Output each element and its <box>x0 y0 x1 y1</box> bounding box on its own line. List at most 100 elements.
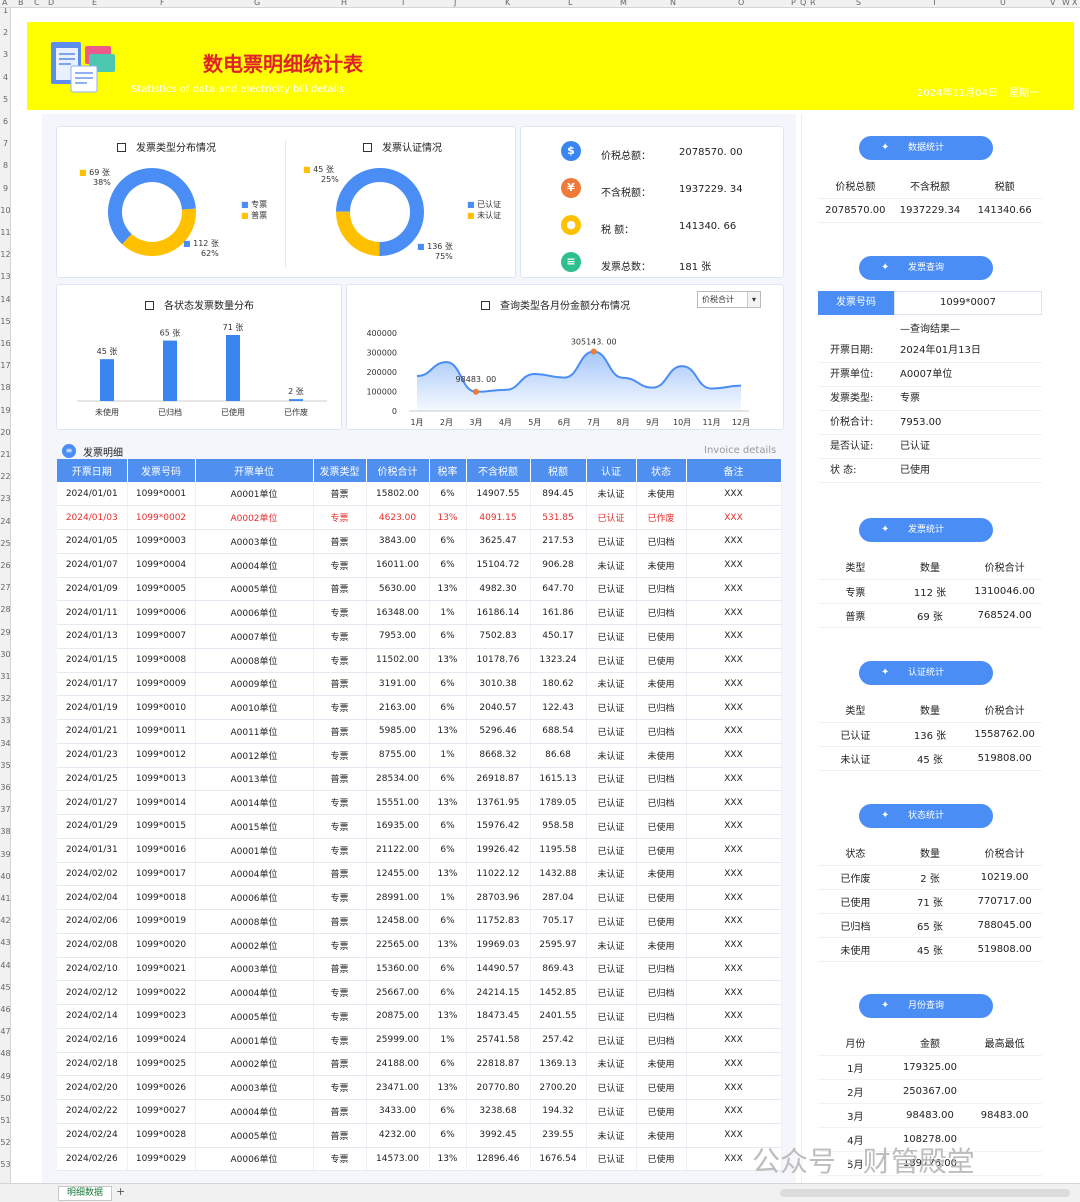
table-cell[interactable]: 未使用 <box>636 743 687 768</box>
table-cell[interactable]: 未认证 <box>586 1052 637 1077</box>
row-number[interactable]: 41 <box>0 894 10 903</box>
column-letter[interactable]: S <box>856 0 861 7</box>
row-number[interactable]: 19 <box>0 406 10 415</box>
row-number[interactable]: 1 <box>0 8 10 15</box>
table-row[interactable]: 2024/01/25 1099*0013 A0013单位 普票 28534.00 6% 26… <box>57 767 782 792</box>
table-cell[interactable]: 11022.12 <box>466 862 531 887</box>
table-cell[interactable]: 已认证 <box>586 1004 637 1029</box>
table-cell[interactable]: 普票 <box>313 529 367 554</box>
table-cell[interactable]: 普票 <box>313 862 367 887</box>
table-cell[interactable]: XXX <box>686 529 782 554</box>
table-cell[interactable]: 15976.42 <box>466 814 531 839</box>
table-cell[interactable]: 已归档 <box>636 980 687 1005</box>
column-letter[interactable]: A <box>2 0 7 7</box>
table-row[interactable]: 2024/01/27 1099*0014 A0014单位 专票 15551.00 13% 1… <box>57 790 782 815</box>
table-row[interactable]: 2024/02/24 1099*0028 A0005单位 普票 4232.00 6% 399… <box>57 1123 782 1148</box>
table-cell[interactable]: 5630.00 <box>366 577 430 602</box>
table-cell[interactable]: XXX <box>686 672 782 697</box>
table-cell[interactable]: 1099*0013 <box>127 767 196 792</box>
table-cell[interactable]: 1099*0011 <box>127 719 196 744</box>
row-number[interactable]: 42 <box>0 916 10 925</box>
table-cell[interactable]: 1099*0027 <box>127 1099 196 1124</box>
table-cell[interactable]: 已使用 <box>636 648 687 673</box>
table-cell[interactable]: 6% <box>429 909 467 934</box>
row-number[interactable]: 46 <box>0 1005 10 1014</box>
table-cell[interactable]: 6% <box>429 980 467 1005</box>
table-cell[interactable]: 12458.00 <box>366 909 430 934</box>
table-cell[interactable]: 1% <box>429 743 467 768</box>
table-cell[interactable]: 1099*0010 <box>127 695 196 720</box>
table-cell[interactable]: 2024/01/09 <box>57 577 128 602</box>
table-cell[interactable]: 2024/02/04 <box>57 885 128 910</box>
metric-select[interactable]: 价税合计 ▾ <box>697 291 761 308</box>
table-cell[interactable]: 13761.95 <box>466 790 531 815</box>
row-number[interactable]: 4 <box>0 73 10 82</box>
sheet-tab[interactable]: 明细数据 <box>58 1186 113 1201</box>
auth-stats-button[interactable]: ✦ 认证统计 <box>859 661 993 685</box>
table-cell[interactable]: 未使用 <box>636 672 687 697</box>
table-cell[interactable]: 1099*0021 <box>127 957 196 982</box>
add-sheet-icon[interactable]: + <box>116 1185 125 1198</box>
table-cell[interactable]: XXX <box>686 505 782 530</box>
row-number[interactable]: 3 <box>0 50 10 59</box>
table-cell[interactable]: 专票 <box>313 1004 367 1029</box>
table-cell[interactable]: 1099*0023 <box>127 1004 196 1029</box>
table-cell[interactable]: 14573.00 <box>366 1147 430 1172</box>
table-cell[interactable]: 已认证 <box>586 577 637 602</box>
table-cell[interactable]: XXX <box>686 1099 782 1124</box>
table-cell[interactable]: 894.45 <box>530 482 587 507</box>
column-header[interactable]: 认证 <box>586 459 637 482</box>
table-cell[interactable]: 2024/01/25 <box>57 767 128 792</box>
table-cell[interactable]: XXX <box>686 624 782 649</box>
table-cell[interactable]: 2595.97 <box>530 933 587 958</box>
table-cell[interactable]: 1% <box>429 1028 467 1053</box>
query-input[interactable]: 1099*0007 <box>894 291 1042 315</box>
table-cell[interactable]: 1099*0016 <box>127 838 196 863</box>
table-cell[interactable]: 6% <box>429 624 467 649</box>
table-cell[interactable]: 2024/01/11 <box>57 600 128 625</box>
table-cell[interactable]: 2700.20 <box>530 1075 587 1100</box>
table-cell[interactable]: 2024/01/29 <box>57 814 128 839</box>
table-cell[interactable]: 6% <box>429 482 467 507</box>
table-cell[interactable]: A0006单位 <box>195 885 314 910</box>
table-cell[interactable]: 2024/01/13 <box>57 624 128 649</box>
table-row[interactable]: 2024/01/07 1099*0004 A0004单位 专票 16011.00 6% 15… <box>57 553 782 578</box>
table-cell[interactable]: 15802.00 <box>366 482 430 507</box>
table-cell[interactable]: 未认证 <box>586 1123 637 1148</box>
table-cell[interactable]: 4091.15 <box>466 505 531 530</box>
table-cell[interactable]: 14490.57 <box>466 957 531 982</box>
table-cell[interactable]: A0010单位 <box>195 695 314 720</box>
column-letter[interactable]: R <box>810 0 816 7</box>
row-number[interactable]: 45 <box>0 983 10 992</box>
table-row[interactable]: 2024/02/10 1099*0021 A0003单位 普票 15360.00 6% 14… <box>57 957 782 982</box>
table-cell[interactable]: 22565.00 <box>366 933 430 958</box>
table-cell[interactable]: 3238.68 <box>466 1099 531 1124</box>
row-number[interactable]: 12 <box>0 250 10 259</box>
column-letter[interactable]: E <box>92 0 97 7</box>
table-cell[interactable]: 14907.55 <box>466 482 531 507</box>
table-cell[interactable]: 已认证 <box>586 600 637 625</box>
table-cell[interactable]: 专票 <box>313 624 367 649</box>
table-cell[interactable]: 13% <box>429 933 467 958</box>
column-header[interactable]: 开票日期 <box>57 459 128 482</box>
column-letter[interactable]: X <box>1072 0 1077 7</box>
table-cell[interactable]: 1369.13 <box>530 1052 587 1077</box>
table-cell[interactable]: 5985.00 <box>366 719 430 744</box>
table-cell[interactable]: 1099*0006 <box>127 600 196 625</box>
table-cell[interactable]: 287.04 <box>530 885 587 910</box>
row-number[interactable]: 22 <box>0 472 10 481</box>
table-row[interactable]: 2024/01/23 1099*0012 A0012单位 专票 8755.00 1% 866… <box>57 743 782 768</box>
column-letter[interactable]: N <box>670 0 676 7</box>
table-cell[interactable]: 1099*0005 <box>127 577 196 602</box>
table-cell[interactable]: A0002单位 <box>195 1052 314 1077</box>
table-cell[interactable]: A0008单位 <box>195 648 314 673</box>
row-number[interactable]: 16 <box>0 339 10 348</box>
table-cell[interactable]: 3625.47 <box>466 529 531 554</box>
table-cell[interactable]: 已认证 <box>586 767 637 792</box>
table-cell[interactable]: 普票 <box>313 1123 367 1148</box>
table-cell[interactable]: 2024/02/12 <box>57 980 128 1005</box>
row-number[interactable]: 36 <box>0 783 10 792</box>
table-cell[interactable]: 专票 <box>313 790 367 815</box>
table-cell[interactable]: 13% <box>429 790 467 815</box>
table-cell[interactable]: 2024/01/21 <box>57 719 128 744</box>
